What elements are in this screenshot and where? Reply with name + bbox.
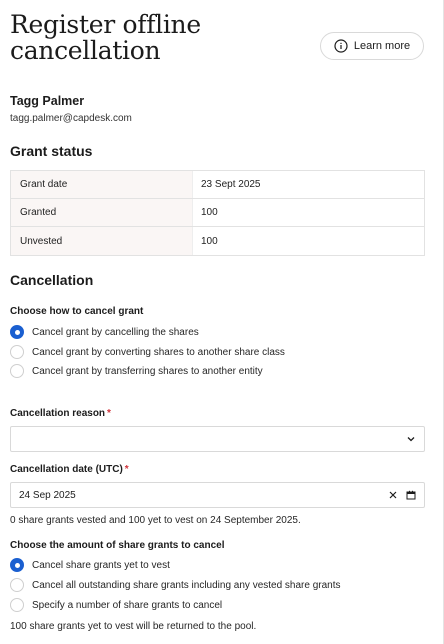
vesting-note: 0 share grants vested and 100 yet to ves… [10, 515, 301, 526]
table-row: Grant date 23 Sept 2025 [11, 171, 424, 199]
cancel-amount-option[interactable]: Cancel all outstanding share grants incl… [10, 578, 341, 592]
cancellation-date-input[interactable]: 24 Sep 2025 [10, 482, 425, 508]
cancel-amount-option-label: Specify a number of share grants to canc… [32, 599, 223, 611]
cancellation-reason-select[interactable] [10, 426, 425, 452]
cancel-amount-option[interactable]: Cancel share grants yet to vest [10, 558, 170, 572]
cancel-method-option[interactable]: Cancel grant by cancelling the shares [10, 325, 199, 339]
cancellation-page: Register offline cancellation Learn more… [0, 0, 444, 644]
granted-key: Granted [11, 199, 193, 226]
cancel-amount-option[interactable]: Specify a number of share grants to canc… [10, 598, 222, 612]
cancellation-date-label-text: Cancellation date (UTC) [10, 464, 123, 475]
unvested-value: 100 [201, 235, 218, 247]
cancel-method-option[interactable]: Cancel grant by converting shares to ano… [10, 345, 285, 359]
user-email: tagg.palmer@capdesk.com [10, 113, 132, 124]
user-name: Tagg Palmer [10, 94, 85, 108]
cancel-amount-option-label: Cancel share grants yet to vest [32, 559, 170, 571]
table-row: Unvested 100 [11, 227, 424, 255]
pool-note: 100 share grants yet to vest will be ret… [10, 621, 257, 632]
cancellation-reason-label-text: Cancellation reason [10, 408, 106, 419]
radio-selected[interactable] [10, 558, 24, 572]
info-icon [334, 39, 348, 53]
required-asterisk: * [107, 408, 111, 419]
cancel-amount-label: Choose the amount of share grants to can… [10, 540, 225, 551]
cancellation-reason-label: Cancellation reason * [10, 408, 111, 419]
cancellation-heading: Cancellation [10, 272, 94, 288]
grant-date-value: 23 Sept 2025 [201, 179, 261, 190]
radio-unselected[interactable] [10, 598, 24, 612]
cancel-method-option-label: Cancel grant by cancelling the shares [32, 326, 199, 338]
table-row: Granted 100 [11, 199, 424, 227]
required-asterisk: * [124, 464, 129, 475]
cancellation-date-value: 24 Sep 2025 [19, 489, 76, 501]
cancel-method-label: Choose how to cancel grant [10, 306, 144, 317]
calendar-icon[interactable] [406, 490, 416, 500]
chevron-down-icon[interactable] [406, 434, 416, 444]
cancel-method-option[interactable]: Cancel grant by transferring shares to a… [10, 364, 263, 378]
grant-status-table: Grant date 23 Sept 2025 Granted 100 Unve… [10, 170, 425, 256]
radio-unselected[interactable] [10, 345, 24, 359]
learn-more-button[interactable]: Learn more [320, 32, 424, 60]
learn-more-label: Learn more [353, 40, 411, 52]
radio-unselected[interactable] [10, 364, 24, 378]
cancel-method-option-label: Cancel grant by transferring shares to a… [32, 365, 263, 377]
grant-status-heading: Grant status [10, 143, 93, 159]
radio-selected[interactable] [10, 325, 24, 339]
cancel-method-option-label: Cancel grant by converting shares to ano… [32, 346, 285, 358]
unvested-key: Unvested [11, 227, 193, 255]
cancel-amount-option-label: Cancel all outstanding share grants incl… [32, 579, 341, 591]
cancellation-date-label: Cancellation date (UTC) * [10, 464, 129, 475]
radio-unselected[interactable] [10, 578, 24, 592]
grant-date-key: Grant date [11, 171, 193, 198]
page-title: Register offline cancellation [10, 10, 201, 65]
granted-value: 100 [201, 207, 218, 218]
clear-icon[interactable] [388, 490, 398, 500]
